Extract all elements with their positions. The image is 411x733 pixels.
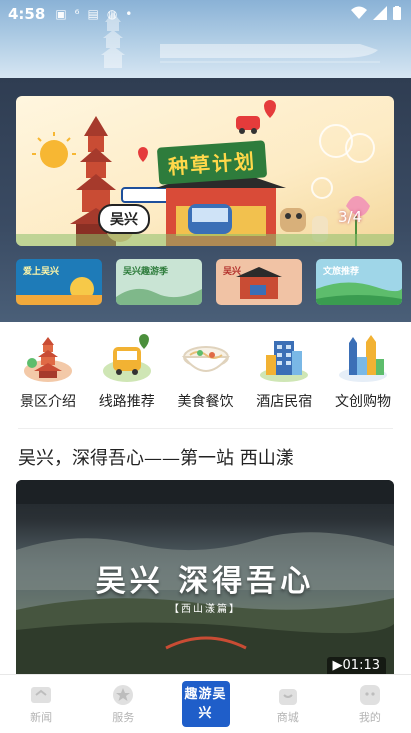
video-duration: ▶01:13 xyxy=(326,657,386,674)
thumbnail-4-text: 文旅推荐 xyxy=(323,267,360,277)
center-logo-icon: 趣游吴兴 xyxy=(181,681,230,727)
thumbnail-3-text: 吴兴 xyxy=(223,267,242,277)
section-divider xyxy=(18,428,393,429)
thumbnail-1-text: 爱上吴兴 xyxy=(23,267,60,277)
category-scenic-spots[interactable]: 景区介绍 xyxy=(12,333,84,423)
category-label: 文创购物 xyxy=(335,394,391,410)
banner-page-indicator: 3/4 xyxy=(338,208,363,226)
hotel-building-icon xyxy=(260,341,309,382)
thumbnail-2[interactable]: 吴兴趣游季 xyxy=(116,259,202,305)
status-bar: 4:58 ▣ ⁶ ▤ ◍ • xyxy=(0,0,411,28)
category-grid: 景区介绍 线路推荐 美食餐饮 酒店民宿 文创购物 xyxy=(0,333,411,423)
category-hotels[interactable]: 酒店民宿 xyxy=(248,333,320,423)
category-shopping[interactable]: 文创购物 xyxy=(327,333,399,423)
shopping-towers-icon xyxy=(339,335,387,382)
category-route-recommend[interactable]: 线路推荐 xyxy=(91,333,163,423)
thumbnail-4[interactable]: 文旅推荐 xyxy=(316,259,402,305)
wifi-icon xyxy=(351,6,367,19)
nav-label: 新闻 xyxy=(30,711,53,724)
banner-speech-bubble: 吴兴 xyxy=(98,204,150,234)
article-title[interactable]: 吴兴，深得吾心——第一站 西山漾 xyxy=(18,444,294,470)
battery-icon xyxy=(393,6,401,20)
status-time: 4:58 xyxy=(8,5,46,23)
category-label: 景区介绍 xyxy=(20,394,76,410)
thumbnail-1[interactable]: 爱上吴兴 xyxy=(16,259,102,305)
nav-shop[interactable]: 商城 xyxy=(247,675,329,733)
bottom-navigation: 新闻 服务 趣游吴兴 商城 我的 xyxy=(0,674,411,733)
banner-title: 种草计划 xyxy=(156,140,268,185)
nav-label: 服务 xyxy=(112,711,135,724)
category-label: 酒店民宿 xyxy=(256,394,313,410)
banner-thumbnails: 爱上吴兴 吴兴趣游季 吴兴 文旅推荐 xyxy=(16,259,402,305)
profile-icon xyxy=(359,685,380,705)
noodle-bowl-icon xyxy=(181,346,230,372)
nav-news[interactable]: 新闻 xyxy=(0,675,82,733)
news-icon xyxy=(31,687,52,703)
nav-center-home[interactable]: 趣游吴兴 xyxy=(164,675,246,733)
dot-icon: • xyxy=(125,7,133,21)
nav-label: 商城 xyxy=(276,711,299,724)
nav-label: 我的 xyxy=(358,711,381,724)
shop-bag-icon xyxy=(278,689,297,705)
category-label: 线路推荐 xyxy=(98,394,155,410)
bus-route-icon xyxy=(102,334,151,382)
hero-banner[interactable]: 吴兴 种草计划 3/4 xyxy=(16,96,394,246)
thumbnail-3[interactable]: 吴兴 xyxy=(216,259,302,305)
category-food-dining[interactable]: 美食餐饮 xyxy=(170,333,242,423)
train-silhouette xyxy=(160,44,380,63)
service-star-icon xyxy=(113,685,134,705)
status-notification-icons: ▣ ⁶ ▤ ◍ • xyxy=(55,7,132,21)
nav-service[interactable]: 服务 xyxy=(82,675,164,733)
signal-icon xyxy=(373,6,387,20)
video-card[interactable]: 吴兴 深得吾心 【西山漾篇】 ▶01:13 xyxy=(16,480,394,674)
status-system-icons xyxy=(351,6,401,20)
6-icon: ⁶ xyxy=(74,7,80,21)
video-headline: 吴兴 深得吾心 xyxy=(95,564,315,599)
gallery-icon: ▤ xyxy=(87,7,99,21)
image-icon: ▣ xyxy=(55,7,67,21)
video-subtitle: 【西山漾篇】 xyxy=(169,604,241,615)
pagoda-icon xyxy=(24,337,72,382)
thumbnail-2-text: 吴兴趣游季 xyxy=(123,267,169,277)
category-label: 美食餐饮 xyxy=(177,394,234,410)
nav-profile[interactable]: 我的 xyxy=(329,675,411,733)
app-icon: ◍ xyxy=(106,7,118,21)
